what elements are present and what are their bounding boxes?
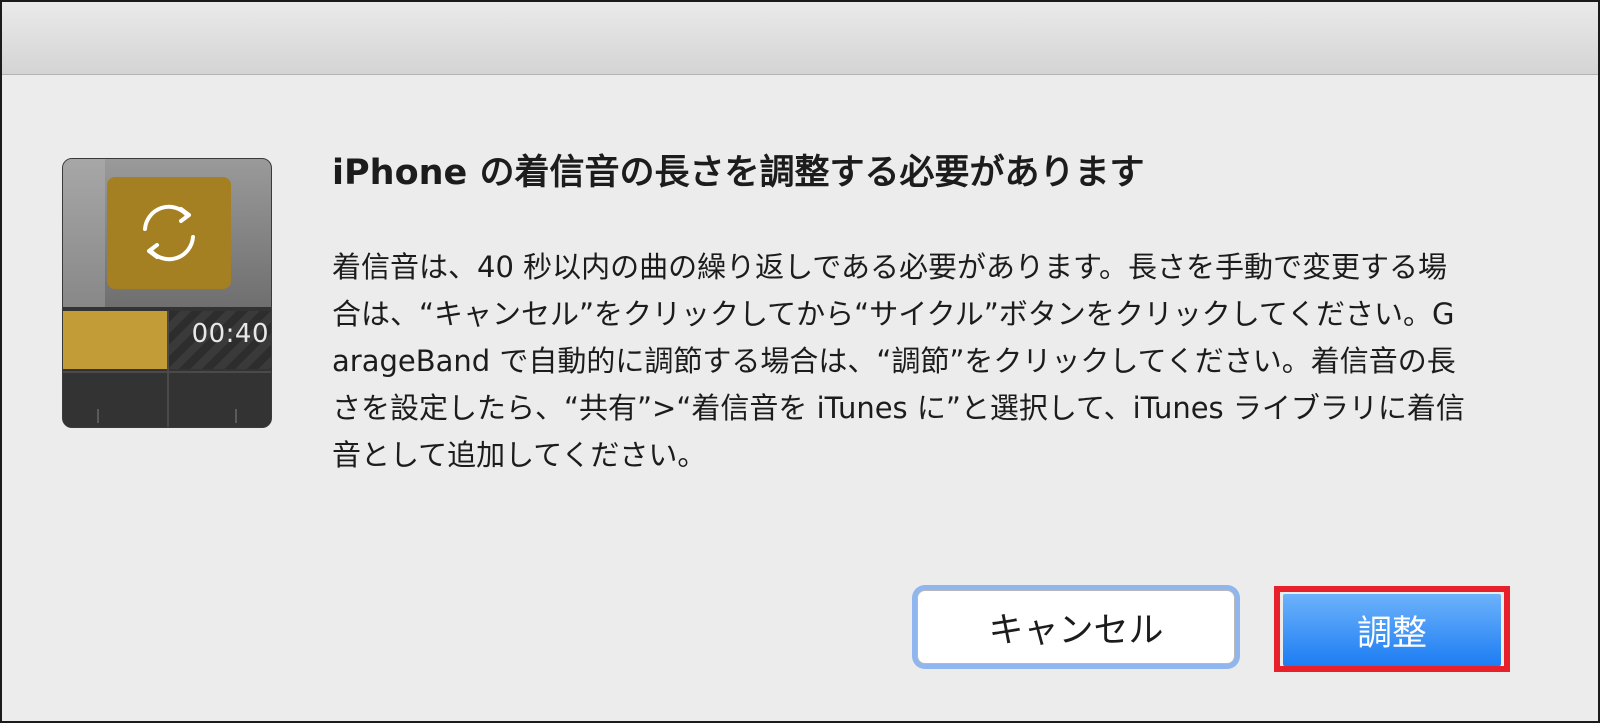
cancel-button[interactable]: キャンセル: [917, 590, 1235, 664]
cycle-button-icon: [107, 177, 231, 289]
adjust-button[interactable]: 調整: [1283, 594, 1501, 666]
dialog-title: iPhone の着信音の長さを調整する必要があります: [332, 153, 1145, 193]
window-titlebar: [2, 2, 1598, 75]
icon-timeline-striped: 00:40: [169, 311, 271, 369]
garageband-cycle-region-icon: 00:40: [62, 158, 272, 428]
icon-cycle-region: [63, 311, 167, 369]
alert-dialog: 00:40 iPhone の着信音の長さを調整する必要があります 着信音は、40…: [0, 0, 1600, 723]
icon-time-label: 00:40: [191, 319, 269, 349]
icon-timeline: 00:40: [63, 307, 271, 427]
cycle-arrows-icon: [143, 204, 195, 262]
dialog-message: 着信音は、40 秒以内の曲の繰り返しである必要があります。長さを手動で変更する場…: [332, 250, 1465, 472]
